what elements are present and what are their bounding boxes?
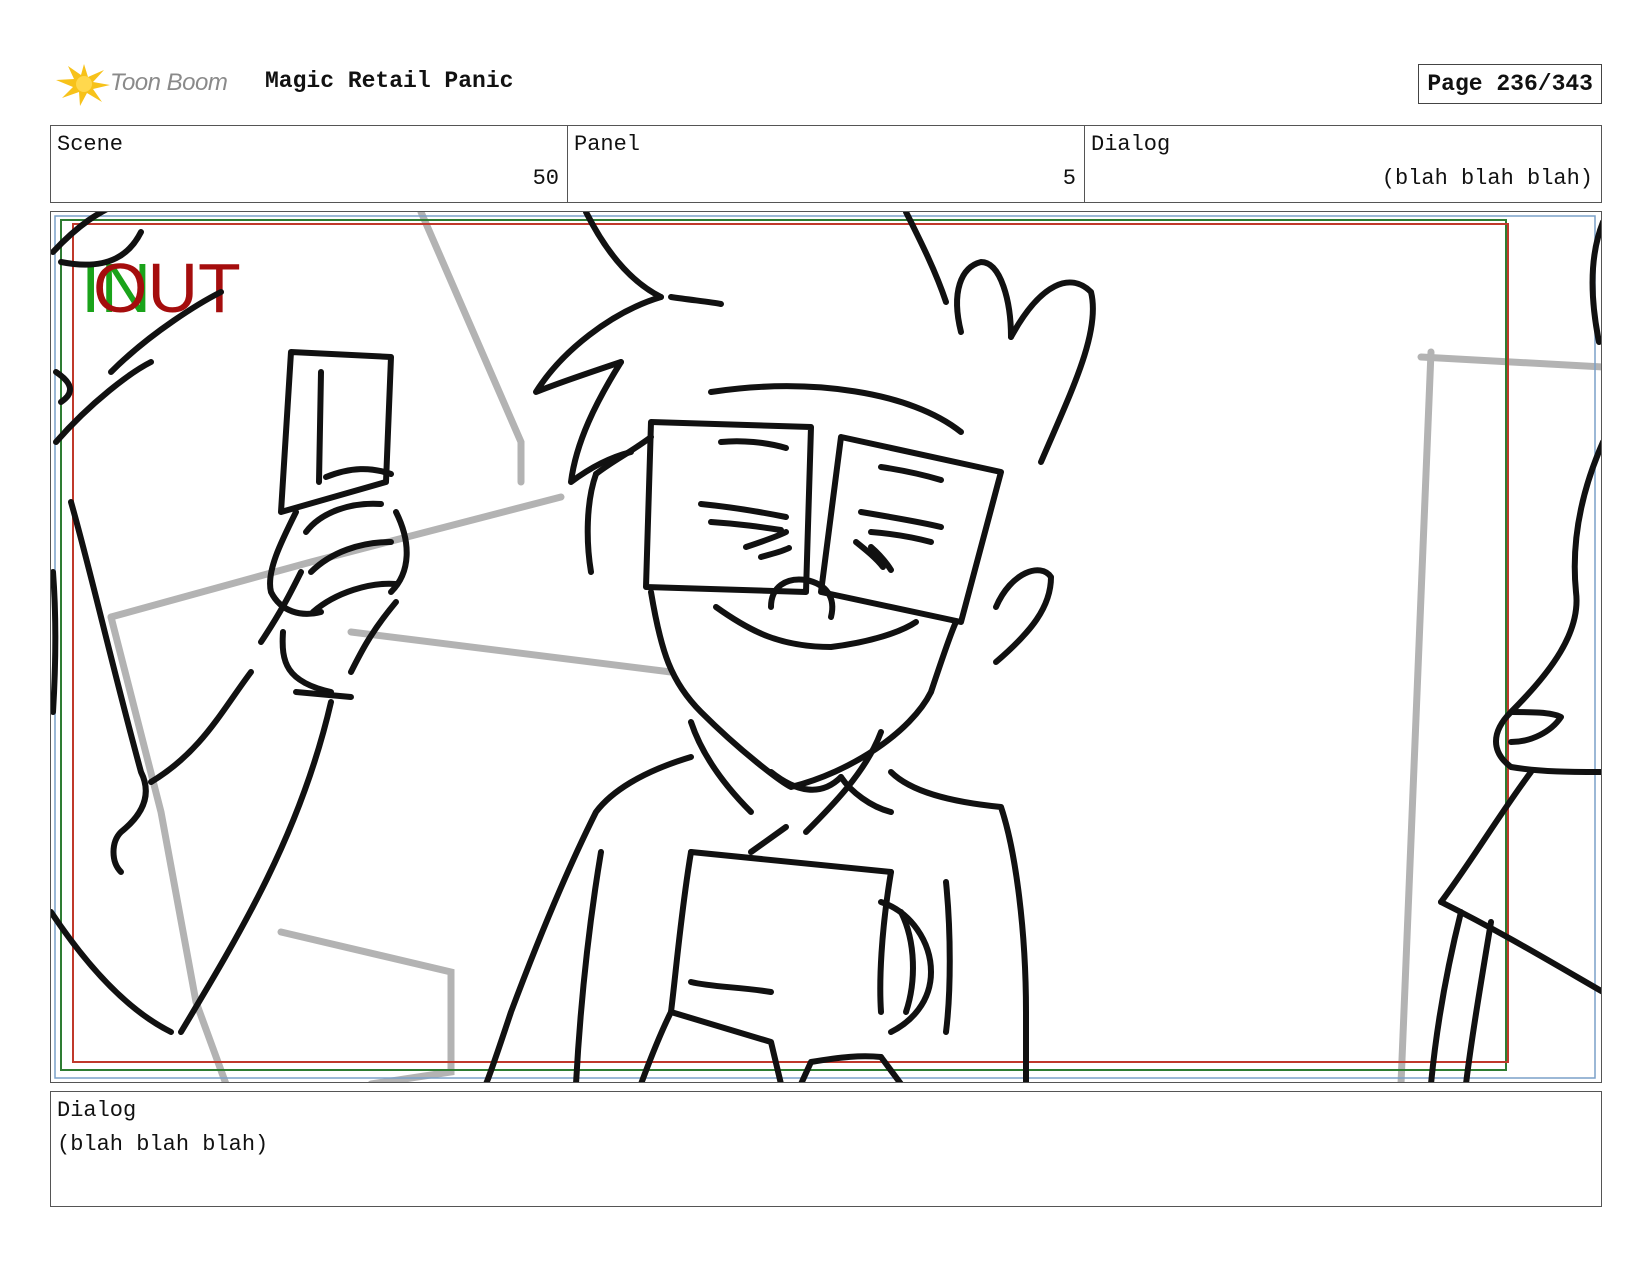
page-header: Toon Boom Magic Retail Panic Page 236/34… <box>50 56 1602 110</box>
logo-text: Toon Boom <box>110 69 228 96</box>
storyboard-frame: IN OUT <box>50 211 1602 1083</box>
dialog-cell: Dialog (blah blah blah) <box>1085 126 1601 202</box>
dialog-header-label: Dialog <box>1091 132 1171 157</box>
panel-value: 5 <box>1062 166 1076 191</box>
dialog-text: (blah blah blah) <box>57 1132 269 1157</box>
scene-cell: Scene 50 <box>51 126 568 202</box>
panel-info-row: Scene 50 Panel 5 Dialog (blah blah blah) <box>50 125 1602 203</box>
project-title: Magic Retail Panic <box>265 68 514 94</box>
toon-boom-logo: Toon Boom <box>54 60 254 106</box>
storyboard-drawing: IN OUT <box>51 212 1601 1082</box>
scene-value: 50 <box>532 166 559 191</box>
panel-cell: Panel 5 <box>568 126 1085 202</box>
phone-and-hand <box>267 349 410 700</box>
panel-label: Panel <box>574 132 641 157</box>
scene-label: Scene <box>57 132 124 157</box>
dialog-label: Dialog <box>57 1098 137 1123</box>
dialog-header-value: (blah blah blah) <box>1381 166 1593 191</box>
background-lines <box>107 212 1601 1082</box>
central-character <box>483 212 1096 1082</box>
starburst-icon <box>56 64 110 106</box>
title-safe-guide <box>60 219 1507 1071</box>
dialog-box: Dialog (blah blah blah) <box>50 1091 1602 1207</box>
left-character <box>51 212 334 1035</box>
right-character <box>1428 219 1601 1082</box>
page-number: Page 236/343 <box>1418 64 1602 104</box>
